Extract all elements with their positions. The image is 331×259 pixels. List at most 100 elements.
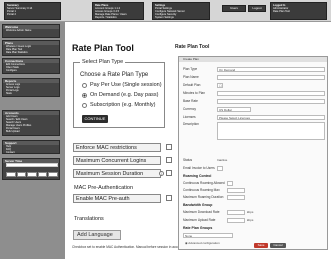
roaming-heading: Roaming Control	[183, 174, 212, 178]
sidebar-connections-box: Connections Edit Connections Client Stat…	[2, 58, 60, 74]
field-label: Status	[183, 158, 193, 162]
form-row-email-invoice: Email Invoice to Users	[183, 165, 325, 171]
nav-link[interactable]: Portal 2	[7, 13, 58, 16]
save-button[interactable]: Save	[254, 243, 268, 248]
nav-group-settings[interactable]: Settings Portal Settings Configure Netwo…	[152, 2, 210, 20]
nav-group-summary[interactable]: Summary Server Summary 3.14 Portal 1 Por…	[4, 2, 61, 20]
email-invoice-checkbox[interactable]	[217, 165, 223, 171]
form-row-minutes: Minutes to Plan	[183, 90, 325, 96]
plan-option-label: Subscription (e.g. Monthly)	[90, 102, 156, 108]
server-time-counter	[6, 172, 58, 177]
enforce-mac-row: Enforce MAC restrictions	[73, 143, 161, 152]
cancel-button[interactable]: Cancel	[270, 243, 286, 248]
enforce-mac-checkbox[interactable]	[166, 144, 172, 150]
plan-option-on-demand[interactable]: On Demand (e.g. Day pass)	[82, 92, 158, 98]
form-row-description: Description	[183, 122, 325, 140]
choose-plan-type-label: Choose a Rate Plan Type	[80, 72, 149, 78]
nav-link[interactable]: Reports / Statistics	[95, 16, 141, 19]
field-label: Maximum Download Rate	[183, 210, 220, 214]
plan-groups-select[interactable]: None	[183, 232, 233, 238]
form-row-default-plan: Default Plan ☐	[183, 82, 325, 88]
counter-cell	[48, 172, 58, 177]
form-row-status: Status Inactive	[183, 157, 325, 163]
field-label: Continuous Roaming Max	[183, 188, 220, 192]
sidebar-support-box: Support Help FAQ Contact	[2, 140, 60, 154]
session-line: Rate Plan Tool	[273, 10, 290, 13]
unit-label: kbps	[247, 218, 254, 222]
form-row-base-rate: Base Rate	[183, 98, 325, 104]
max-concurrent-logins-input[interactable]	[166, 157, 172, 163]
form-row-plan-name: Plan Name	[183, 74, 325, 80]
tab-logout[interactable]: Logout	[248, 5, 266, 12]
max-session-duration-input[interactable]	[166, 170, 172, 176]
default-plan-checkbox[interactable]: ☐	[217, 82, 223, 88]
max-concurrent-logins-row: Maximum Concurrent Logins	[73, 156, 161, 165]
advanced-config-label: Advanced configuration	[188, 241, 220, 245]
form-header: Create Plan	[179, 57, 327, 62]
sidebar-line: Welcome Admin Name	[6, 29, 32, 32]
plan-name-input[interactable]	[217, 74, 325, 80]
field-label: Licenses	[183, 115, 196, 119]
download-rate-input[interactable]	[227, 209, 245, 215]
plan-type-field[interactable]: On Demand	[217, 66, 325, 72]
sidebar-link[interactable]: Configure	[3, 69, 59, 72]
radio-selected-icon[interactable]	[82, 92, 87, 98]
sidebar-plans-box: Plans Wireless / Guest Login Rate Plan T…	[2, 40, 60, 56]
nav-group-session: Logged In Administrator Rate Plan Tool	[270, 2, 327, 20]
counter-cell	[16, 172, 27, 177]
upload-rate-input[interactable]	[227, 217, 245, 223]
form-row-plan-type: Plan Type On Demand	[183, 66, 325, 72]
field-label: Plan Type	[183, 67, 198, 71]
plan-option-pay-per-use[interactable]: Pay Per Use (Single session)	[82, 82, 162, 88]
max-session-duration-row: Maximum Session Duration	[73, 169, 161, 178]
plan-option-subscription[interactable]: Subscription (e.g. Monthly)	[82, 102, 155, 108]
roaming-max-input[interactable]	[227, 187, 245, 193]
status-value: Inactive	[217, 158, 228, 162]
page-title: Rate Plan Tool	[72, 43, 134, 53]
roaming-allowed-checkbox[interactable]	[227, 180, 233, 186]
field-label: Plan Name	[183, 75, 199, 79]
description-textarea[interactable]	[217, 122, 325, 140]
plan-type-fieldset: Select Plan Type Choose a Rate Plan Type…	[73, 59, 165, 128]
roaming-duration-input[interactable]	[227, 194, 245, 200]
form-row-licenses: Licenses Please Select Licenses	[183, 114, 325, 120]
add-language-button[interactable]: Add Language	[73, 230, 121, 240]
minutes-input[interactable]	[217, 90, 325, 96]
form-row-plan-groups: None	[183, 232, 325, 238]
sidebar-link[interactable]: Contact	[3, 151, 59, 154]
radio-icon[interactable]	[82, 102, 87, 108]
create-plan-form: Create Plan Plan Type On Demand Plan Nam…	[178, 56, 328, 250]
counter-cell	[6, 172, 16, 177]
sidebar-reports-box: Reports Access Logs Server Logs Portal L…	[2, 78, 60, 97]
field-label: Description	[183, 122, 199, 126]
currency-select[interactable]: US Dollar	[217, 106, 251, 112]
top-navigation-bar: Summary Server Summary 3.14 Portal 1 Por…	[0, 0, 331, 22]
info-icon[interactable]: i	[159, 171, 164, 176]
plan-groups-heading: Rate Plan Groups	[183, 226, 213, 230]
nav-link[interactable]: System Settings	[155, 16, 207, 19]
base-rate-input[interactable]	[217, 98, 325, 104]
continue-button[interactable]: CONTINUE	[82, 115, 108, 123]
sidebar-link[interactable]: Rate Plan Statistics	[3, 51, 59, 54]
enable-mac-preauth-row: Enable MAC Pre-auth	[73, 194, 161, 203]
tab-users[interactable]: Users	[222, 5, 246, 12]
radio-icon[interactable]	[82, 82, 87, 88]
sidebar-link[interactable]: Stats	[3, 92, 59, 95]
sidebar-server-time-box: Server Time	[2, 158, 60, 180]
enable-mac-preauth-checkbox[interactable]	[166, 195, 172, 201]
field-label: Default Plan	[183, 83, 201, 87]
form-row-currency: Currency US Dollar	[183, 106, 325, 112]
licenses-select[interactable]: Please Select Licenses	[217, 114, 325, 120]
server-time-field	[6, 163, 58, 167]
sidebar-accounts-box: Accounts Add Users Search / Edit Users S…	[2, 110, 60, 136]
form-row-upload-rate: Maximum Upload Rate kbps	[183, 217, 325, 223]
form-row-download-rate: Maximum Download Rate kbps	[183, 209, 325, 215]
form-row-roaming-allowed: Continuous Roaming Allowed	[183, 180, 325, 186]
bandwidth-heading: Bandwidth Group	[183, 203, 213, 207]
nav-group-rate-plans[interactable]: Rate Plans Account Groups 1.1.2 Access G…	[92, 2, 144, 20]
sidebar-link[interactable]: Bulk Upload	[3, 130, 59, 133]
field-label: Maximum Upload Rate	[183, 218, 216, 222]
translations-heading: Translations	[74, 216, 104, 222]
field-label: Maximum Roaming Duration	[183, 195, 224, 199]
advanced-config-link[interactable]: ◉ Advanced configuration	[185, 241, 220, 245]
